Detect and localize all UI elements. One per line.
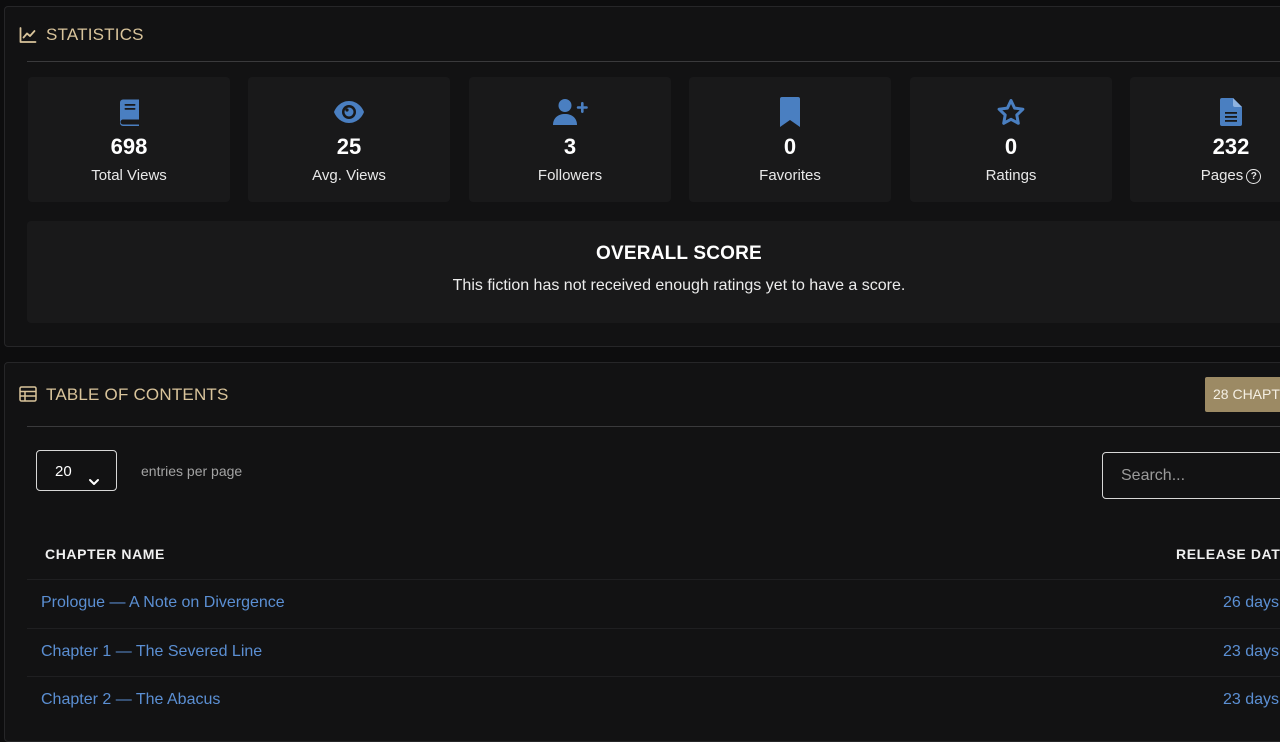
column-header-chapter-name[interactable]: CHAPTER NAME (45, 546, 165, 562)
toc-title: TABLE OF CONTENTS (46, 385, 229, 404)
stat-label: Pages (1200, 167, 1244, 184)
release-date: 23 days ago (1223, 691, 1280, 708)
table-of-contents-panel: TABLE OF CONTENTS 28 CHAPTERS 20 entries… (4, 362, 1280, 742)
chapter-link[interactable]: Prologue — A Note on Divergence (41, 594, 285, 612)
table-row: Chapter 2 — The Abacus 23 days ago (27, 676, 1280, 725)
divider (27, 61, 1280, 62)
stat-card-favorites: 0 Favorites (689, 77, 891, 202)
table-row: Prologue — A Note on Divergence 26 days … (27, 579, 1280, 628)
entries-per-page-value: 20 (55, 463, 72, 480)
column-header-release-date[interactable]: RELEASE DATE (1176, 546, 1280, 562)
toc-header: TABLE OF CONTENTS (19, 385, 229, 405)
stat-label: Avg. Views (312, 167, 386, 184)
bookmark-icon (689, 97, 891, 127)
file-icon (1130, 97, 1280, 127)
book-icon (28, 97, 230, 127)
stat-card-total-views: 698 Total Views (28, 77, 230, 202)
stat-value: 232 (1212, 134, 1250, 159)
stat-card-followers: 3 Followers (469, 77, 671, 202)
chapters-count-badge: 28 CHAPTERS (1205, 377, 1280, 412)
release-date: 23 days ago (1223, 643, 1280, 660)
eye-icon (248, 97, 450, 127)
stat-card-ratings: 0 Ratings (910, 77, 1112, 202)
overall-score-box: OVERALL SCORE This fiction has not recei… (27, 221, 1280, 323)
stat-label-pages: Pages? (1130, 167, 1280, 184)
stat-label: Favorites (759, 167, 821, 184)
search-input[interactable] (1102, 452, 1280, 499)
statistics-header: STATISTICS (19, 25, 144, 45)
stat-label: Followers (537, 167, 603, 184)
statistics-panel: STATISTICS 698 Total Views 25 Avg. Views (4, 6, 1280, 347)
stat-value: 0 (783, 134, 797, 159)
stat-value: 698 (110, 134, 148, 159)
chevron-down-icon (87, 464, 101, 485)
stat-card-avg-views: 25 Avg. Views (248, 77, 450, 202)
entries-per-page-label: entries per page (141, 463, 243, 479)
chart-line-icon (19, 26, 37, 44)
stat-label: Ratings (985, 167, 1037, 184)
stat-value: 3 (563, 134, 577, 159)
entries-per-page-select[interactable]: 20 (36, 450, 117, 491)
user-plus-icon (469, 97, 671, 127)
statistics-title: STATISTICS (46, 25, 144, 44)
divider (27, 426, 1280, 427)
stat-card-pages: 232 Pages? (1130, 77, 1280, 202)
chapter-link[interactable]: Chapter 1 — The Severed Line (41, 643, 262, 661)
question-circle-icon[interactable]: ? (1246, 169, 1262, 184)
stat-label: Total Views (91, 167, 167, 184)
star-icon (910, 97, 1112, 127)
stat-value: 0 (1004, 134, 1018, 159)
release-date: 26 days ago (1223, 594, 1280, 611)
stat-value: 25 (336, 134, 362, 159)
table-icon (19, 386, 37, 404)
table-row: Chapter 1 — The Severed Line 23 days ago (27, 628, 1280, 677)
overall-score-title: OVERALL SCORE (596, 243, 762, 264)
chapter-link[interactable]: Chapter 2 — The Abacus (41, 691, 220, 709)
overall-score-message: This fiction has not received enough rat… (452, 277, 906, 294)
